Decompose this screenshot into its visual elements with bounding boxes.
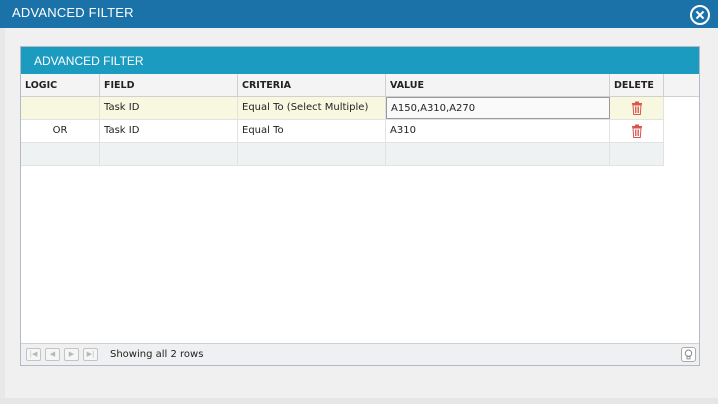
value-cell[interactable]: A310: [386, 120, 610, 143]
value-input[interactable]: A150,A310,A270: [386, 97, 610, 119]
delete-cell: [610, 97, 664, 120]
criteria-cell[interactable]: Equal To: [238, 120, 386, 143]
lightbulb-icon[interactable]: [681, 347, 696, 362]
close-icon[interactable]: [690, 5, 710, 25]
column-header-delete[interactable]: DELETE: [610, 74, 664, 97]
trash-icon[interactable]: [631, 101, 643, 115]
trash-icon[interactable]: [631, 124, 643, 138]
paging-info: Showing all 2 rows: [110, 349, 204, 360]
new-row[interactable]: [21, 143, 664, 166]
column-header-field[interactable]: FIELD: [100, 74, 238, 97]
delete-cell: [610, 143, 664, 166]
dialog-title: ADVANCED FILTER: [12, 5, 134, 20]
panel-title: ADVANCED FILTER: [21, 47, 699, 74]
column-header-logic[interactable]: LOGIC: [21, 74, 100, 97]
column-header-criteria[interactable]: CRITERIA: [238, 74, 386, 97]
grid-footer: |◀ ◀ ▶ ▶| Showing all 2 rows: [21, 343, 699, 365]
field-cell[interactable]: Task ID: [100, 120, 238, 143]
dialog-titlebar: ADVANCED FILTER: [0, 0, 718, 28]
field-cell[interactable]: [100, 143, 238, 166]
next-page-button[interactable]: ▶: [64, 348, 79, 361]
first-page-button[interactable]: |◀: [26, 348, 41, 361]
logic-cell[interactable]: [21, 97, 100, 120]
background-strip: [0, 28, 5, 404]
column-header-spacer: [664, 74, 699, 97]
logic-cell[interactable]: OR: [21, 120, 100, 143]
dialog-bottom-edge: [0, 398, 718, 404]
prev-page-button[interactable]: ◀: [45, 348, 60, 361]
table-row[interactable]: Task ID Equal To (Select Multiple) A150,…: [21, 97, 664, 120]
criteria-cell[interactable]: [238, 143, 386, 166]
advanced-filter-dialog: ADVANCED FILTER ADVANCED FILTER LOGIC FI…: [0, 0, 718, 404]
last-page-button[interactable]: ▶|: [83, 348, 98, 361]
logic-cell[interactable]: [21, 143, 100, 166]
filter-panel: ADVANCED FILTER LOGIC FIELD CRITERIA VAL…: [20, 46, 700, 366]
field-cell[interactable]: Task ID: [100, 97, 238, 120]
delete-cell: [610, 120, 664, 143]
value-cell[interactable]: [386, 143, 610, 166]
criteria-cell[interactable]: Equal To (Select Multiple): [238, 97, 386, 120]
column-header-value[interactable]: VALUE: [386, 74, 610, 97]
table-row[interactable]: OR Task ID Equal To A310: [21, 120, 664, 143]
